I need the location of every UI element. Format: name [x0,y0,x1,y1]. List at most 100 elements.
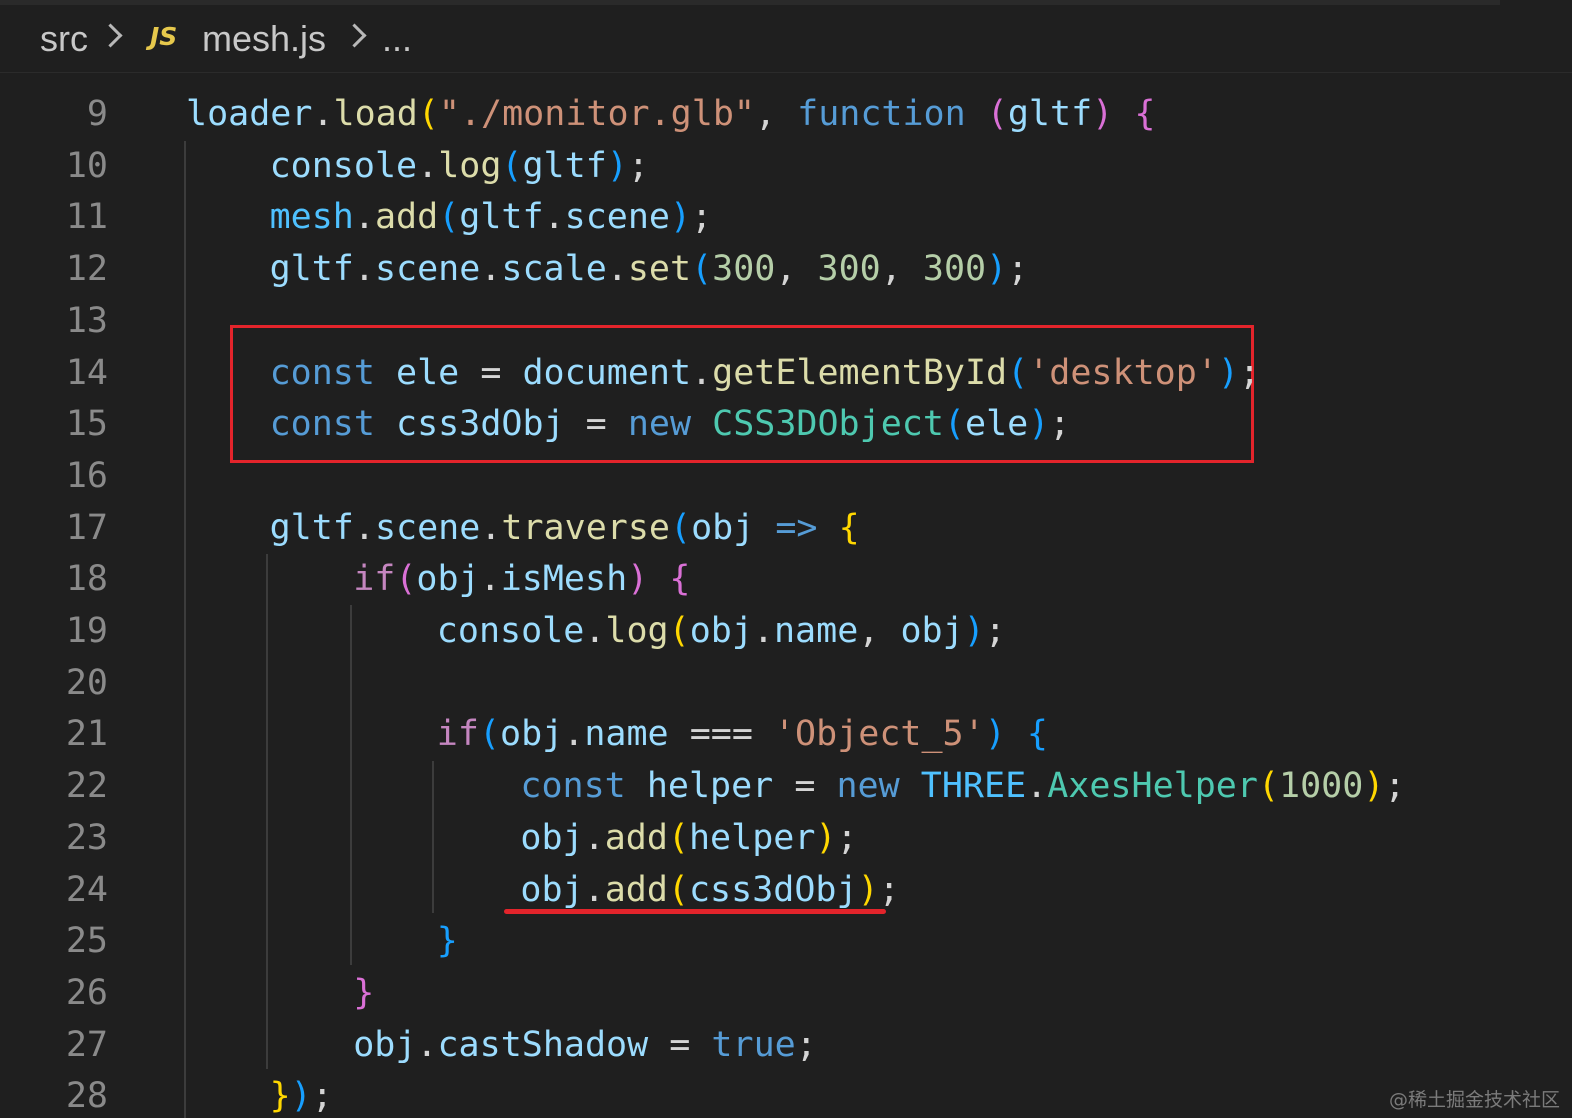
code-token: { [838,507,860,548]
code-token: ; [627,145,649,186]
code-token: add [604,817,668,858]
code-token: ( [986,94,1008,134]
code-line[interactable]: 12 gltf.scene.scale.set(300, 300, 300); [0,243,1572,295]
code-text: }); [270,1070,333,1118]
code-text: loader.load("./monitor.glb", function (g… [186,88,1155,140]
code-token: 300 [817,249,881,290]
code-token: ( [943,404,965,445]
line-number: 9 [86,94,108,134]
code-line[interactable]: 19 console.log(obj.name, obj); [0,605,1572,657]
code-token: console [436,611,585,651]
code-text: obj.castShadow = true; [353,1019,817,1071]
code-token: ( [691,249,713,290]
code-token: new [627,404,692,445]
code-token: CSS3DObject [712,404,944,445]
line-number: 15 [65,404,108,445]
code-token: add [374,197,439,238]
code-line[interactable]: 21 if(obj.name === 'Object_5') { [0,708,1572,760]
code-token: ( [668,611,690,651]
code-token: function [797,94,966,134]
breadcrumb-folder[interactable]: src [40,16,88,62]
code-token: 300 [922,249,987,290]
code-line[interactable]: 18 if(obj.isMesh) { [0,553,1572,605]
code-token: gltf [522,145,607,186]
code-token: => [775,507,818,548]
code-token: ; [311,1076,333,1117]
code-line[interactable]: 9 loader.load("./monitor.glb", function (… [0,88,1572,140]
code-token: ) [1092,94,1114,134]
code-token: css3dObj [688,869,858,910]
code-token: . [353,507,375,548]
code-token: obj [689,611,753,651]
line-number: 14 [65,352,108,393]
code-token: log [605,611,669,651]
code-token: ; [1007,249,1029,290]
code-token: ( [478,714,501,755]
code-token: gltf [459,197,544,238]
code-token: load [333,94,418,134]
code-line[interactable]: 11 mesh.add(gltf.scene); [0,191,1572,243]
code-token: . [752,611,774,651]
code-token: , [775,249,818,290]
breadcrumb-file[interactable]: mesh.js [202,16,326,62]
code-token: if [436,714,479,755]
code-line[interactable]: 10 console.log(gltf); [0,140,1572,192]
line-number: 26 [65,972,108,1013]
code-text: console.log(obj.name, obj); [437,605,1006,657]
code-line[interactable]: 14 const ele = document.getElementById('d… [0,347,1572,399]
breadcrumb-more[interactable]: ... [382,16,412,62]
code-token: = [773,766,837,807]
code-token: ; [878,869,900,910]
code-token: ( [669,507,692,548]
code-token: . [353,249,375,290]
code-token: document [522,352,692,393]
code-token: name [773,611,859,651]
code-token: add [604,869,668,910]
code-token: obj [520,817,584,858]
code-token: THREE [920,766,1027,807]
code-token: } [269,1076,291,1117]
code-token: { [669,559,691,600]
code-text: if(obj.name === 'Object_5') { [437,708,1048,760]
code-token: ) [627,559,649,600]
code-token: = [564,404,628,445]
code-line[interactable]: 25} [0,915,1572,967]
line-number: 11 [65,197,108,238]
line-number: 13 [65,300,108,341]
code-token: name [584,714,669,755]
code-line[interactable]: 20 [0,657,1572,709]
code-token: . [480,507,502,548]
code-line[interactable]: 28}); [0,1070,1572,1118]
code-token: ( [395,559,417,600]
code-text: } [437,915,458,967]
code-token: { [1026,714,1048,755]
code-line[interactable]: 13 [0,295,1572,347]
code-token: gltf [269,507,354,548]
code-line[interactable]: 22 const helper = new THREE.AxesHelper(10… [0,760,1572,812]
code-line[interactable]: 27 obj.castShadow = true; [0,1019,1572,1071]
line-number: 25 [65,921,108,962]
code-line[interactable]: 16 [0,450,1572,502]
code-token: . [583,817,605,858]
code-token: ( [667,869,689,910]
code-line[interactable]: 15 const css3dObj = new CSS3DObject(ele); [0,398,1572,450]
code-token: ) [1217,352,1239,393]
code-token: ) [1028,404,1050,445]
code-line[interactable]: 23 obj.add(helper); [0,812,1572,864]
code-token: if [353,559,396,600]
code-editor[interactable]: 9 loader.load("./monitor.glb", function (… [0,73,1572,1118]
code-token: ) [857,869,879,910]
code-line[interactable]: 26} [0,967,1572,1019]
code-token: console [269,145,418,186]
code-line[interactable]: 24 obj.add(css3dObj); [0,864,1572,916]
chevron-right-icon [342,23,367,48]
code-token: getElementById [712,352,1008,393]
code-token: obj [900,611,964,651]
code-line[interactable]: 17 gltf.scene.traverse(obj => { [0,502,1572,554]
code-token: } [436,921,458,962]
